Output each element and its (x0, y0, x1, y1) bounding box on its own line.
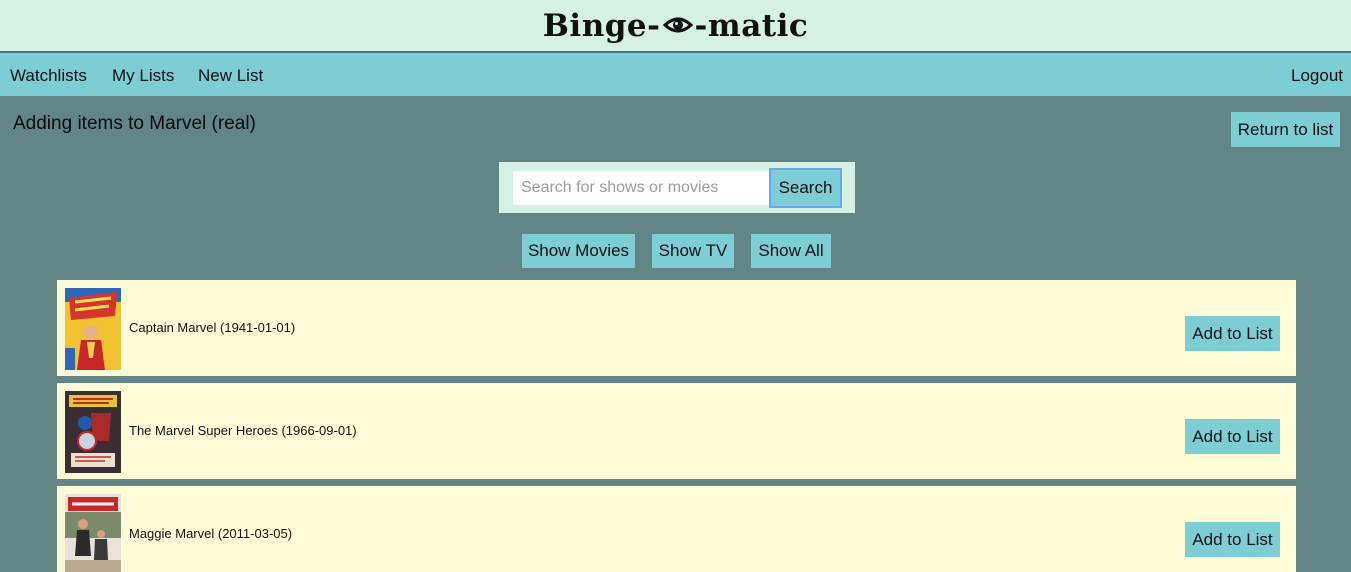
result-title: Captain Marvel (1941-01-01) (129, 320, 296, 335)
logo-text-left: Binge- (542, 8, 661, 44)
top-nav: Watchlists My Lists New List Logout (0, 53, 1351, 96)
result-title: The Marvel Super Heroes (1966-09-01) (129, 423, 357, 438)
add-to-list-button[interactable]: Add to List (1185, 522, 1280, 557)
nav-logout[interactable]: Logout (1291, 66, 1343, 86)
result-item: Maggie Marvel (2011-03-05) Add to List (57, 486, 1296, 572)
app-logo[interactable]: Binge- -matic (0, 8, 1351, 44)
search-bar: Search (499, 162, 855, 213)
show-tv-button[interactable]: Show TV (652, 234, 734, 268)
show-all-button[interactable]: Show All (751, 234, 831, 268)
result-item: The Marvel Super Heroes (1966-09-01) Add… (57, 383, 1296, 479)
eye-icon (662, 17, 693, 32)
result-item: Captain Marvel (1941-01-01) Add to List (57, 280, 1296, 376)
logo-text-right: -matic (694, 8, 809, 44)
poster-image (65, 494, 121, 572)
show-movies-button[interactable]: Show Movies (522, 234, 635, 268)
nav-watchlists[interactable]: Watchlists (10, 66, 87, 86)
search-input[interactable] (513, 171, 769, 205)
poster-image (65, 288, 121, 370)
return-to-list-button[interactable]: Return to list (1231, 112, 1340, 147)
add-to-list-button[interactable]: Add to List (1185, 316, 1280, 351)
app-header: Binge- -matic (0, 0, 1351, 53)
poster-image (65, 391, 121, 473)
nav-my-lists[interactable]: My Lists (112, 66, 174, 86)
result-title: Maggie Marvel (2011-03-05) (129, 526, 293, 541)
add-to-list-button[interactable]: Add to List (1185, 419, 1280, 454)
nav-new-list[interactable]: New List (198, 66, 263, 86)
page-title: Adding items to Marvel (real) (13, 113, 256, 134)
search-button[interactable]: Search (769, 168, 842, 208)
